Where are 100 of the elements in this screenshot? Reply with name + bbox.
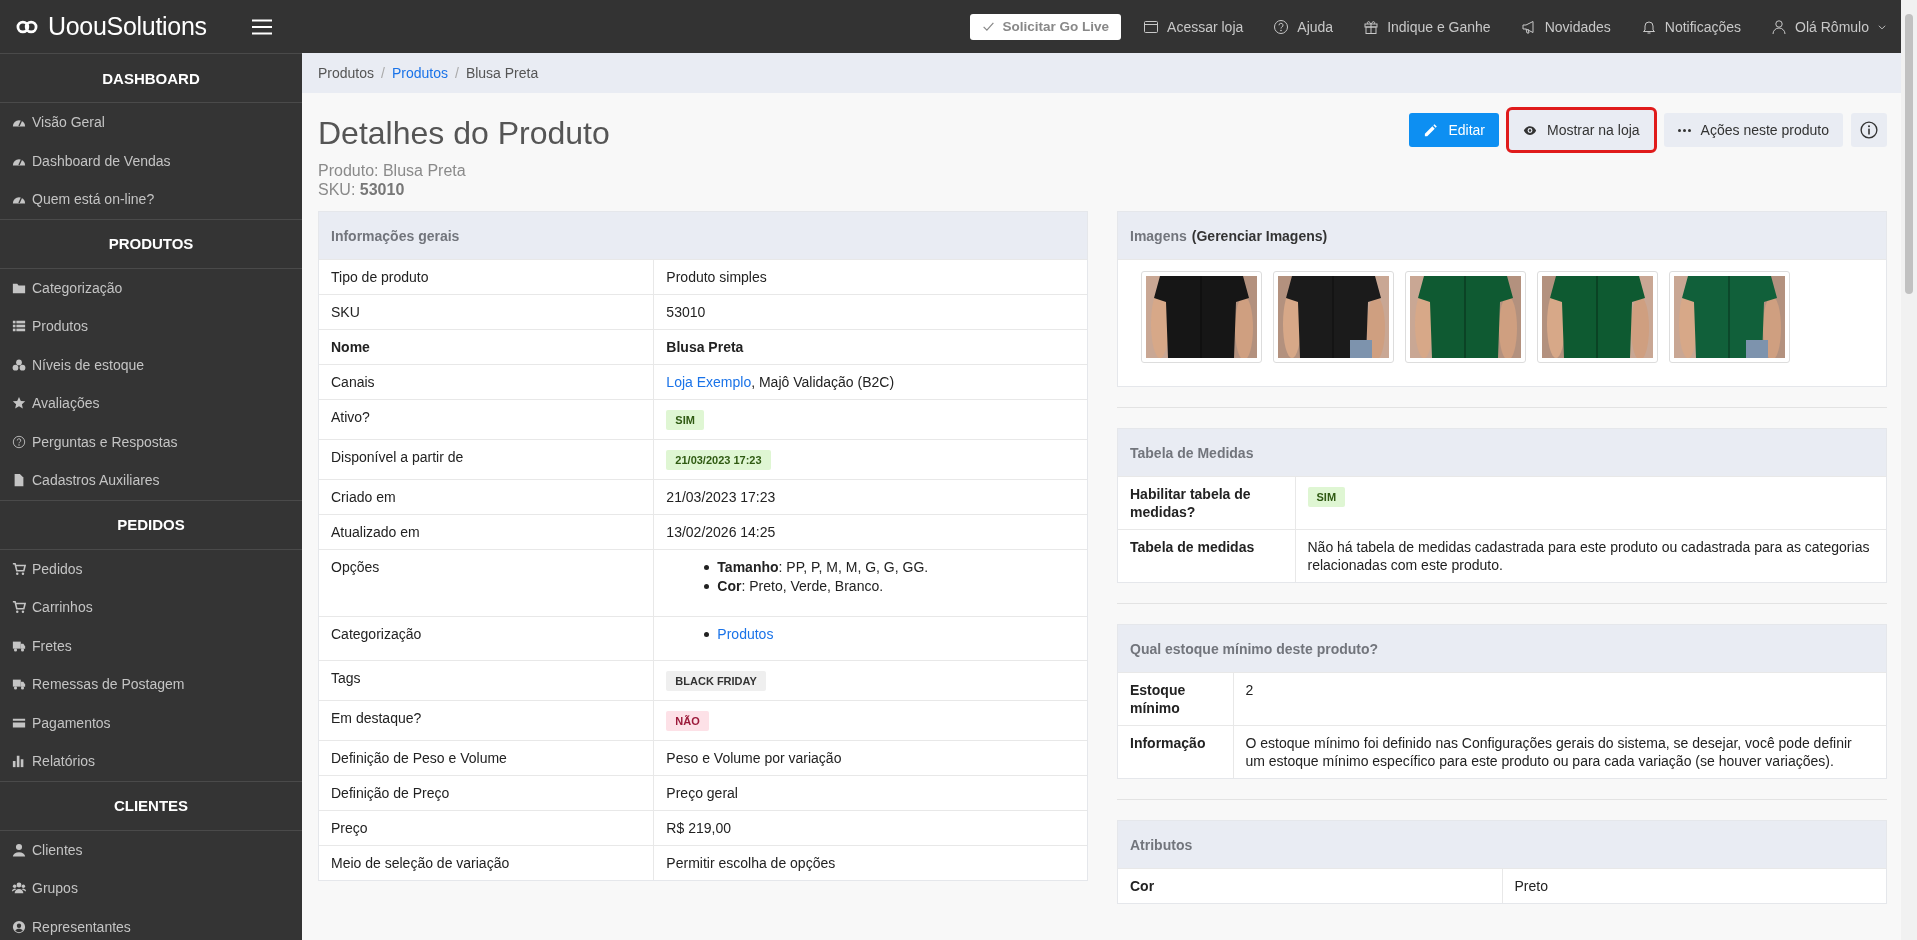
sidebar-item[interactable]: Pagamentos <box>0 703 302 742</box>
status-badge: BLACK FRIDAY <box>666 671 766 691</box>
field-value: O estoque mínimo foi definido nas Configurações gerais do sistema, se desejar, você pode definir um estoque mínimo específico para este produto ou para cada variação (se houver variações). <box>1233 725 1886 778</box>
field-value: Não há tabela de medidas cadastrada para este produto ou cadastrada para as categorias relacionadas com este produto. <box>1295 529 1886 582</box>
field-label: Opções <box>319 549 654 617</box>
sidebar-heading: CLIENTES <box>0 780 302 831</box>
panel-header: Tabela de Medidas <box>1118 429 1886 476</box>
field-label: Definição de Preço <box>319 775 654 811</box>
field-value: 53010 <box>653 294 1087 330</box>
field-value: Preço geral <box>653 775 1087 811</box>
bullet-icon <box>704 584 710 589</box>
field-label: Ativo? <box>319 399 654 440</box>
info-icon <box>1860 121 1878 139</box>
panel-header: Atributos <box>1118 821 1886 868</box>
user-menu[interactable]: Olá Rômulo <box>1771 18 1887 35</box>
status-badge: 21/03/2023 17:23 <box>666 450 771 470</box>
field-label: Tipo de produto <box>319 259 654 295</box>
field-label: SKU <box>319 294 654 330</box>
sidebar-heading: PRODUTOS <box>0 218 302 269</box>
pencil-icon <box>1423 122 1439 138</box>
option-text: Tamanho: PP, P, M, M, G, G, GG. <box>717 558 929 577</box>
option-text: Cor: Preto, Verde, Branco. <box>717 577 884 596</box>
sidebar-item[interactable]: Remessas de Postagem <box>0 665 302 704</box>
field-label: Meio de seleção de variação <box>319 845 654 880</box>
list-icon <box>12 319 26 334</box>
status-badge: SIM <box>666 410 704 430</box>
sidebar-item[interactable]: Representantes <box>0 907 302 940</box>
category-link[interactable]: Produtos <box>717 625 774 644</box>
nav-link[interactable]: Ajuda <box>1273 18 1334 35</box>
field-label: Em destaque? <box>319 700 654 741</box>
field-label: Habilitar tabela de medidas? <box>1118 476 1295 530</box>
sidebar-item[interactable]: Fretes <box>0 626 302 665</box>
field-label: Informação <box>1118 725 1233 778</box>
field-label: Canais <box>319 364 654 400</box>
field-label: Disponível a partir de <box>319 439 654 480</box>
breadcrumb-link[interactable]: Produtos <box>391 65 448 81</box>
field-value: Blusa Preta <box>653 329 1087 365</box>
page-title: Detalhes do Produto <box>318 114 610 153</box>
file-icon <box>12 473 26 488</box>
sidebar-item[interactable]: Níveis de estoque <box>0 345 302 384</box>
field-label: Tags <box>319 660 654 701</box>
field-value: Permitir escolha de opções <box>653 845 1087 880</box>
panel-header: Qual estoque mínimo deste produto? <box>1118 625 1886 672</box>
nav-link[interactable]: Acessar loja <box>1143 18 1244 35</box>
field-label: Categorização <box>319 616 654 661</box>
breadcrumb-separator: / <box>381 65 385 81</box>
action-button[interactable]: Mostrar na loja <box>1509 110 1654 150</box>
status-badge: SIM <box>1307 487 1346 507</box>
field-value: Produto simples <box>653 259 1087 295</box>
field-value: 21/03/2023 17:23 <box>653 479 1087 515</box>
field-value: Preto <box>1502 868 1886 903</box>
field-label: Tabela de medidas <box>1118 529 1295 582</box>
field-label: Atualizado em <box>319 514 654 550</box>
sidebar-item[interactable]: Cadastros Auxiliares <box>0 461 302 500</box>
sidebar-item[interactable]: Perguntas e Respostas <box>0 422 302 461</box>
bar-chart-icon <box>12 754 26 769</box>
nav-link[interactable]: Indique e Ganhe <box>1363 18 1491 35</box>
field-label: Preço <box>319 810 654 846</box>
nav-link[interactable]: Novidades <box>1520 18 1611 35</box>
field-label: Cor <box>1118 868 1502 903</box>
field-label: Nome <box>319 329 654 365</box>
sidebar-item[interactable]: Grupos <box>0 869 302 908</box>
field-value: Peso e Volume por variação <box>653 740 1087 776</box>
star-icon <box>12 396 26 411</box>
help-icon <box>12 434 26 449</box>
sidebar-item[interactable]: Categorização <box>0 268 302 307</box>
sidebar-item[interactable]: Produtos <box>0 307 302 346</box>
sidebar-item[interactable]: Quem está on-line? <box>0 180 302 219</box>
user-icon <box>12 842 26 857</box>
field-label: Criado em <box>319 479 654 515</box>
sidebar-item[interactable]: Clientes <box>0 830 302 869</box>
info-button[interactable] <box>1851 113 1887 147</box>
breadcrumb-link[interactable]: Blusa Preta <box>465 65 539 81</box>
field-value: R$ 219,00 <box>653 810 1087 846</box>
sidebar-item[interactable]: Pedidos <box>0 549 302 588</box>
sidebar-item[interactable]: Dashboard de Vendas <box>0 141 302 180</box>
sidebar-item[interactable]: Avaliações <box>0 384 302 423</box>
cart-icon <box>12 561 26 576</box>
sidebar-item[interactable]: Relatórios <box>0 742 302 781</box>
sidebar-item[interactable]: Carrinhos <box>0 588 302 627</box>
field-label: Definição de Peso e Volume <box>319 740 654 776</box>
dots-icon <box>1677 128 1691 132</box>
status-badge: NÃO <box>666 711 709 731</box>
breadcrumb-separator: / <box>455 65 459 81</box>
nav-link[interactable]: Notificações <box>1640 18 1742 35</box>
panel-title: Imagens <box>1130 227 1187 244</box>
cart-icon <box>12 600 26 615</box>
manage-images-link[interactable]: (Gerenciar Imagens) <box>1191 227 1328 244</box>
product-name: Produto: Blusa Preta <box>318 161 467 180</box>
sidebar-item[interactable]: Visão Geral <box>0 103 302 142</box>
truck-icon <box>12 677 26 692</box>
action-button[interactable]: Ações neste produto <box>1663 113 1843 147</box>
channel-name: , Majô Validação (B2C) <box>751 374 895 390</box>
breadcrumb-link[interactable]: Produtos <box>318 65 375 81</box>
sidebar-heading: PEDIDOS <box>0 499 302 550</box>
panel-header: Informações gerais <box>319 212 1087 259</box>
field-value: 2 <box>1233 672 1886 726</box>
field-value: 13/02/2026 14:25 <box>653 514 1087 550</box>
field-label: Estoque mínimo <box>1118 672 1233 726</box>
sidebar-heading: DASHBOARD <box>0 53 302 103</box>
